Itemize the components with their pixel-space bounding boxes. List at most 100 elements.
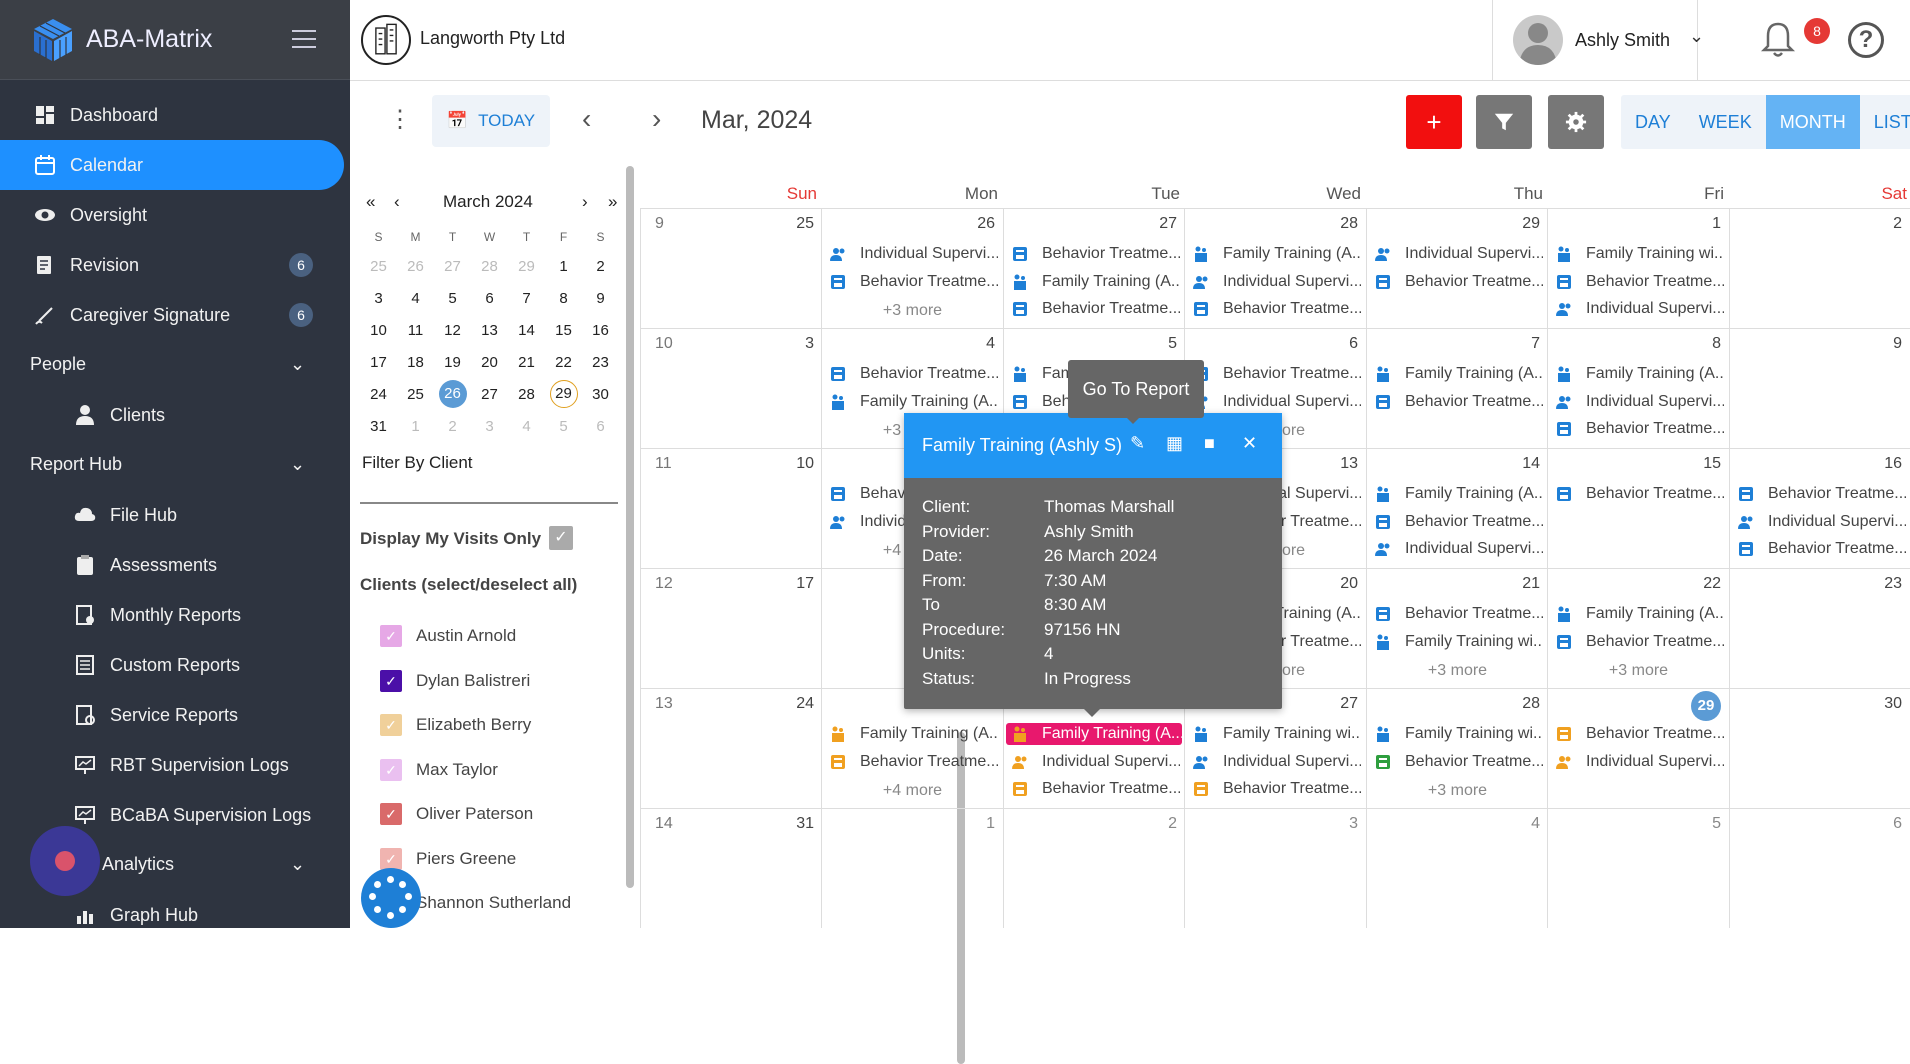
day-number[interactable]: 22 bbox=[1703, 575, 1721, 593]
mini-calendar-day[interactable]: 31 bbox=[360, 410, 397, 442]
display-my-visits-checkbox[interactable]: ✓ bbox=[549, 526, 573, 550]
clients-select-all[interactable]: Clients (select/deselect all) bbox=[360, 575, 577, 595]
mini-calendar-day[interactable]: 13 bbox=[471, 314, 508, 346]
mini-calendar-day[interactable]: 29 bbox=[545, 378, 582, 410]
prev-year-icon[interactable]: « bbox=[366, 192, 375, 212]
day-cell[interactable]: 11 10 bbox=[640, 448, 822, 568]
day-number[interactable]: 10 bbox=[796, 455, 814, 473]
sidebar-item-dashboard[interactable]: Dashboard bbox=[0, 90, 340, 140]
view-week-button[interactable]: WEEK bbox=[1685, 95, 1766, 149]
calendar-event[interactable]: Behavior Treatme... bbox=[1738, 538, 1906, 560]
hamburger-menu-icon[interactable] bbox=[292, 30, 316, 48]
mini-calendar-day[interactable]: 26 bbox=[397, 250, 434, 282]
calendar-event[interactable]: Individual Supervi... bbox=[1193, 751, 1361, 773]
day-number[interactable]: 4 bbox=[986, 335, 995, 353]
mini-calendar-day[interactable]: 24 bbox=[360, 378, 397, 410]
mini-calendar-day[interactable]: 15 bbox=[545, 314, 582, 346]
mini-calendar-day[interactable]: 14 bbox=[508, 314, 545, 346]
day-number[interactable]: 7 bbox=[1531, 335, 1540, 353]
help-icon[interactable]: ? bbox=[1848, 22, 1884, 58]
mini-calendar-day[interactable]: 1 bbox=[397, 410, 434, 442]
day-number[interactable]: 17 bbox=[796, 575, 814, 593]
sidebar-item-monthly-reports[interactable]: Monthly Reports bbox=[0, 590, 340, 640]
client-filter-item[interactable]: ✓ Austin Arnold bbox=[380, 621, 516, 651]
more-events-link[interactable]: +3 more bbox=[1367, 782, 1548, 800]
day-cell[interactable]: 3 bbox=[1184, 808, 1366, 928]
day-number[interactable]: 21 bbox=[1522, 575, 1540, 593]
mini-calendar-day[interactable]: 2 bbox=[434, 410, 471, 442]
day-cell[interactable]: 15 Behavior Treatme... bbox=[1547, 448, 1729, 568]
calendar-event[interactable]: Individual Supervi... bbox=[1556, 298, 1724, 320]
calendar-event[interactable]: Behavior Treatme... bbox=[1012, 778, 1180, 800]
calendar-event[interactable]: Individual Supervi... bbox=[1375, 243, 1543, 265]
day-number[interactable]: 5 bbox=[1712, 815, 1721, 833]
calendar-event[interactable]: Individual Supervi... bbox=[1012, 751, 1180, 773]
day-number[interactable]: 30 bbox=[1884, 695, 1902, 713]
add-event-button[interactable]: + bbox=[1406, 95, 1462, 149]
client-checkbox[interactable]: ✓ bbox=[380, 669, 402, 692]
calendar-event[interactable]: Individual Supervi... bbox=[1193, 271, 1361, 293]
record-button[interactable] bbox=[30, 826, 100, 896]
day-cell[interactable]: 14 31 bbox=[640, 808, 822, 928]
sidebar-item-graph-hub[interactable]: Graph Hub bbox=[0, 890, 340, 928]
client-filter-item[interactable]: ✓ Dylan Balistreri bbox=[380, 666, 530, 696]
sidebar-section-analytics[interactable]: Analytics ⌄ bbox=[102, 854, 305, 875]
calendar-event[interactable]: Behavior Treatme... bbox=[1012, 298, 1180, 320]
day-cell[interactable]: 30 bbox=[1729, 688, 1910, 808]
day-number[interactable]: 28 bbox=[1522, 695, 1540, 713]
sidebar-item-clients[interactable]: Clients bbox=[0, 390, 340, 440]
calendar-event[interactable]: Behavior Treatme... bbox=[830, 363, 998, 385]
more-options-icon[interactable]: ⋮ bbox=[388, 108, 412, 132]
day-number[interactable]: 20 bbox=[1340, 575, 1358, 593]
view-list-button[interactable]: LIST bbox=[1860, 95, 1910, 149]
mini-calendar-day[interactable]: 25 bbox=[360, 250, 397, 282]
sidebar-section-report-hub[interactable]: Report Hub ⌄ bbox=[30, 454, 305, 475]
day-number[interactable]: 5 bbox=[1168, 335, 1177, 353]
calendar-event[interactable]: Behavior Treatme... bbox=[1375, 391, 1543, 413]
mini-calendar-day[interactable]: 18 bbox=[397, 346, 434, 378]
day-number[interactable]: 9 bbox=[1893, 335, 1902, 353]
day-cell[interactable]: 23 bbox=[1729, 568, 1910, 688]
day-cell[interactable]: 28 Family Training wi... Behavior Treatme.… bbox=[1366, 688, 1548, 808]
day-cell[interactable]: 14 Family Training (A... Behavior Treatme.… bbox=[1366, 448, 1548, 568]
calendar-event[interactable]: Individual Supervi... bbox=[1193, 391, 1361, 413]
day-cell[interactable]: 2 bbox=[1729, 208, 1910, 328]
day-cell[interactable]: 5 bbox=[1547, 808, 1729, 928]
mini-calendar-day[interactable]: 26 bbox=[434, 378, 471, 410]
calendar-event[interactable]: Family Training (A... bbox=[830, 723, 998, 745]
day-number[interactable]: 27 bbox=[1340, 695, 1358, 713]
calendar-event[interactable]: Behavior Treatme... bbox=[1556, 418, 1724, 440]
mini-calendar-day[interactable]: 12 bbox=[434, 314, 471, 346]
client-checkbox[interactable]: ✓ bbox=[380, 803, 402, 825]
day-number[interactable]: 3 bbox=[805, 335, 814, 353]
day-number[interactable]: 16 bbox=[1884, 455, 1902, 473]
mini-calendar-day[interactable]: 1 bbox=[545, 250, 582, 282]
day-number[interactable]: 3 bbox=[1349, 815, 1358, 833]
go-to-report-tooltip[interactable]: Go To Report bbox=[1068, 360, 1204, 424]
day-number[interactable]: 29 bbox=[1522, 215, 1540, 233]
sidebar-section-people[interactable]: People ⌄ bbox=[30, 354, 305, 375]
mini-calendar-day[interactable]: 4 bbox=[508, 410, 545, 442]
day-number[interactable]: 28 bbox=[1340, 215, 1358, 233]
day-cell[interactable]: 9 25 bbox=[640, 208, 822, 328]
side-panel-scrollbar[interactable] bbox=[626, 166, 634, 888]
client-filter-item[interactable]: ✓ Elizabeth Berry bbox=[380, 710, 531, 740]
sidebar-item-oversight[interactable]: Oversight bbox=[0, 190, 340, 240]
calendar-event[interactable]: Family Training wi... bbox=[1556, 243, 1724, 265]
calendar-event[interactable]: Behavior Treatme... bbox=[1375, 511, 1543, 533]
previous-month-button[interactable]: ‹ bbox=[582, 103, 591, 135]
mini-calendar-day[interactable]: 8 bbox=[545, 282, 582, 314]
day-number[interactable]: 6 bbox=[1893, 815, 1902, 833]
day-cell[interactable]: 1 Family Training wi... Behavior Treatme..… bbox=[1547, 208, 1729, 328]
prev-month-icon[interactable]: ‹ bbox=[394, 192, 400, 212]
mini-calendar-day[interactable]: 3 bbox=[471, 410, 508, 442]
day-number[interactable]: 2 bbox=[1893, 215, 1902, 233]
calendar-event[interactable]: Family Training (A... bbox=[1556, 363, 1724, 385]
day-number[interactable]: 23 bbox=[1884, 575, 1902, 593]
calendar-event[interactable]: Behavior Treatme... bbox=[1193, 298, 1361, 320]
calendar-event[interactable]: Family Training (A... bbox=[1006, 723, 1182, 745]
calendar-event[interactable]: Family Training wi... bbox=[1375, 631, 1543, 653]
day-number[interactable]: 14 bbox=[1522, 455, 1540, 473]
day-cell[interactable]: 6 bbox=[1729, 808, 1910, 928]
day-number[interactable]: 4 bbox=[1531, 815, 1540, 833]
